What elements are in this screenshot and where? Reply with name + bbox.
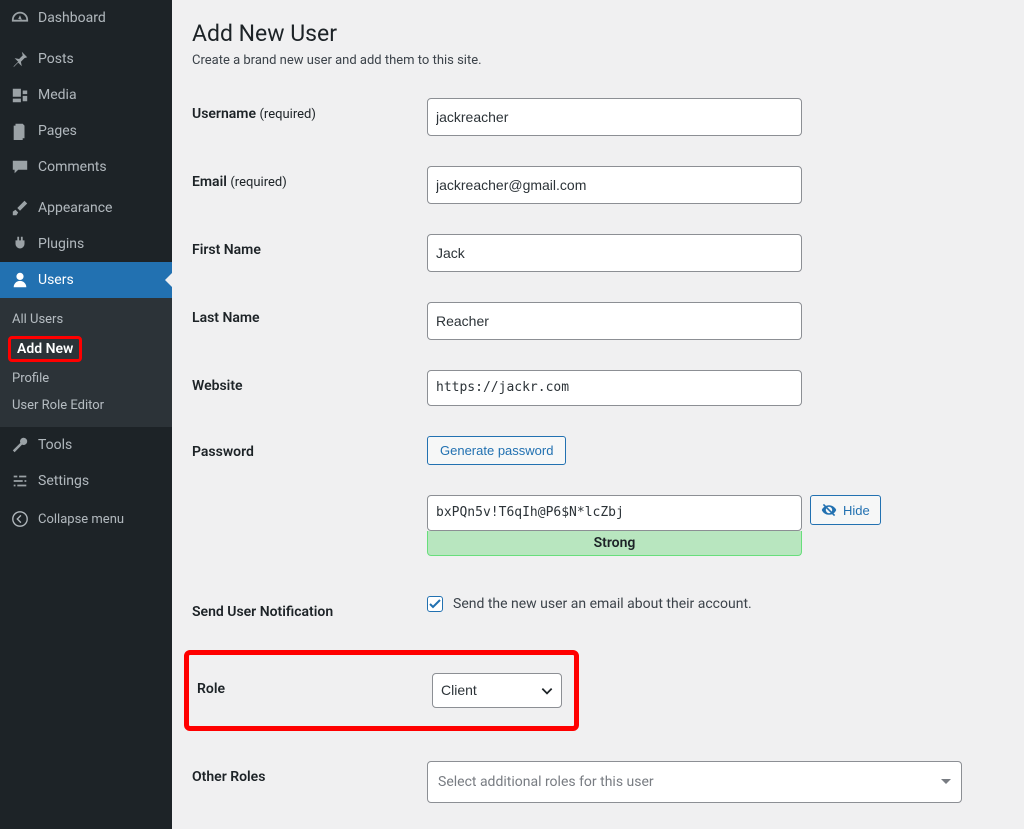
other-roles-select[interactable]: Select additional roles for this user	[427, 761, 962, 803]
firstname-label: First Name	[192, 234, 427, 258]
role-select[interactable]: Client	[432, 673, 562, 708]
firstname-input[interactable]	[427, 234, 802, 272]
username-label: Username (required)	[192, 98, 427, 122]
notification-label: Send User Notification	[192, 596, 427, 620]
sidebar-item-appearance[interactable]: Appearance	[0, 190, 172, 226]
sidebar-item-media[interactable]: Media	[0, 77, 172, 113]
sidebar-item-label: Dashboard	[38, 10, 106, 26]
user-icon	[10, 270, 30, 290]
row-email: Email (required)	[192, 166, 1004, 204]
sidebar-item-label: Plugins	[38, 236, 84, 252]
page-subtitle: Create a brand new user and add them to …	[192, 53, 1004, 68]
pages-icon	[10, 121, 30, 141]
brush-icon	[10, 198, 30, 218]
eye-slash-icon	[821, 502, 837, 518]
pin-icon	[10, 49, 30, 69]
row-username: Username (required)	[192, 98, 1004, 136]
lastname-label: Last Name	[192, 302, 427, 326]
submenu-all-users[interactable]: All Users	[0, 306, 172, 333]
main-content: Add New User Create a brand new user and…	[172, 0, 1024, 829]
collapse-menu[interactable]: Collapse menu	[0, 499, 172, 539]
collapse-label: Collapse menu	[38, 512, 124, 527]
row-firstname: First Name	[192, 234, 1004, 272]
sidebar-item-label: Appearance	[38, 200, 112, 216]
sidebar-item-dashboard[interactable]: Dashboard	[0, 0, 172, 36]
lastname-input[interactable]	[427, 302, 802, 340]
row-notification: Send User Notification Send the new user…	[192, 596, 1004, 620]
plug-icon	[10, 234, 30, 254]
submenu-profile[interactable]: Profile	[0, 365, 172, 392]
submenu-user-role-editor[interactable]: User Role Editor	[0, 392, 172, 419]
media-icon	[10, 85, 30, 105]
generate-password-button[interactable]: Generate password	[427, 436, 566, 465]
sidebar-item-pages[interactable]: Pages	[0, 113, 172, 149]
sidebar-item-tools[interactable]: Tools	[0, 427, 172, 463]
sidebar-item-label: Media	[38, 87, 77, 103]
email-input[interactable]	[427, 166, 802, 204]
sidebar-item-posts[interactable]: Posts	[0, 41, 172, 77]
page-title: Add New User	[192, 20, 1004, 47]
other-roles-label: Other Roles	[192, 761, 427, 785]
role-highlight-box: Role Client	[184, 650, 579, 731]
row-lastname: Last Name	[192, 302, 1004, 340]
dashboard-icon	[10, 8, 30, 28]
row-website: Website	[192, 370, 1004, 406]
email-label: Email (required)	[192, 166, 427, 190]
sliders-icon	[10, 471, 30, 491]
notification-checkbox-label[interactable]: Send the new user an email about their a…	[427, 596, 1004, 612]
hide-password-button[interactable]: Hide	[810, 495, 881, 525]
comment-icon	[10, 157, 30, 177]
password-label: Password	[192, 436, 427, 460]
website-input[interactable]	[427, 370, 802, 406]
submenu-add-new-wrapper: Add New	[0, 333, 172, 365]
row-password: Password Generate password Strong Hide	[192, 436, 1004, 556]
collapse-icon	[10, 509, 30, 529]
password-input[interactable]	[427, 495, 802, 531]
password-strength: Strong	[427, 531, 802, 556]
sidebar-item-settings[interactable]: Settings	[0, 463, 172, 499]
website-label: Website	[192, 370, 427, 394]
row-role: Role Client	[189, 673, 564, 708]
admin-sidebar: Dashboard Posts Media Pages Comments App…	[0, 0, 172, 829]
sidebar-item-users[interactable]: Users	[0, 262, 172, 298]
sidebar-item-label: Settings	[38, 473, 89, 489]
username-input[interactable]	[427, 98, 802, 136]
sidebar-item-label: Users	[38, 272, 74, 288]
sidebar-item-label: Pages	[38, 123, 77, 139]
role-label: Role	[189, 673, 432, 697]
users-submenu: All Users Add New Profile User Role Edit…	[0, 298, 172, 427]
sidebar-item-label: Posts	[38, 51, 74, 67]
wrench-icon	[10, 435, 30, 455]
sidebar-item-label: Tools	[38, 437, 72, 453]
sidebar-item-label: Comments	[38, 159, 107, 175]
submenu-add-new[interactable]: Add New	[8, 336, 82, 362]
row-other-roles: Other Roles Select additional roles for …	[192, 761, 1004, 803]
sidebar-item-plugins[interactable]: Plugins	[0, 226, 172, 262]
sidebar-item-comments[interactable]: Comments	[0, 149, 172, 185]
caret-down-icon	[941, 777, 951, 787]
notification-checkbox[interactable]	[427, 596, 443, 612]
